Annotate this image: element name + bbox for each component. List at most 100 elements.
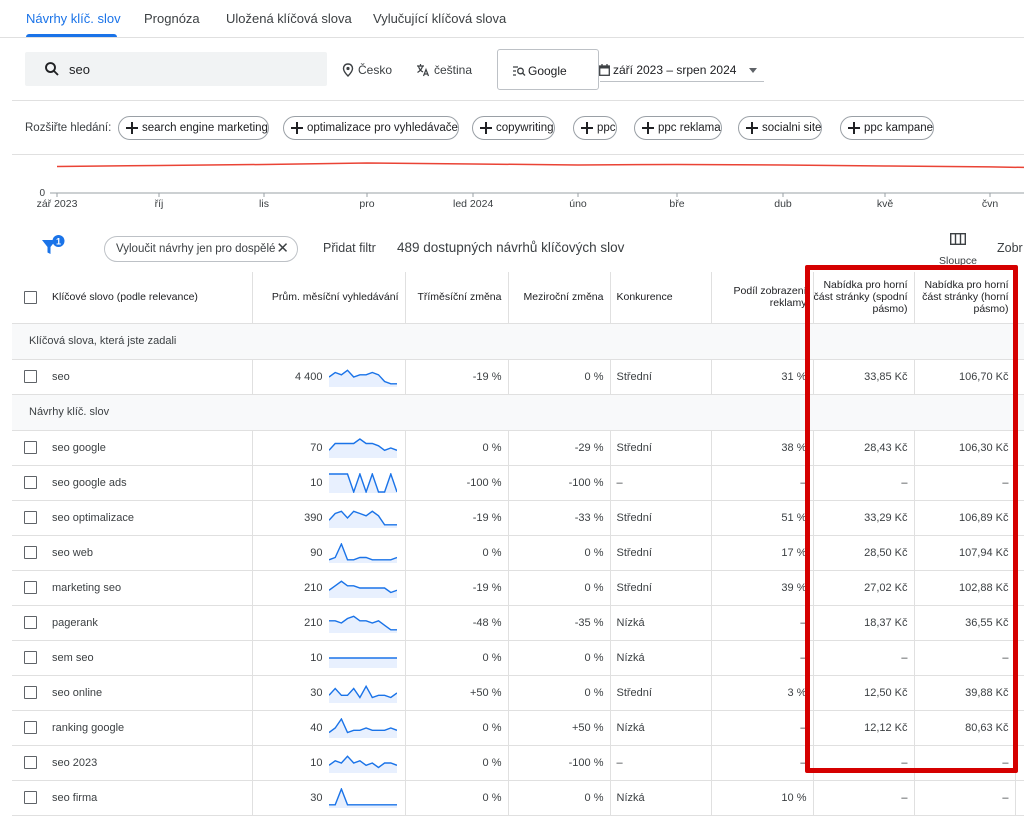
row-checkbox[interactable] [23,546,37,559]
yoy-change-cell: -33 % [508,500,611,536]
view-button[interactable]: Zobr [997,241,1023,255]
three-month-change-cell: -19 % [405,359,509,395]
table-row[interactable]: sem seo 10 0 % 0 % Nízká – – – [12,640,1024,676]
section-label-suggestions: Návrhy klíč. slov [12,394,1024,431]
network-selector[interactable]: Google [497,49,599,90]
expand-chip[interactable]: ppc reklama [634,116,722,140]
expand-chip-label: socialni site [762,122,822,134]
close-icon[interactable]: ✕ [276,237,289,261]
row-checkbox[interactable] [23,756,37,769]
columns-button[interactable]: Sloupce [938,232,978,267]
filter-count-badge: 1 [56,237,61,247]
expand-chip[interactable]: ppc kampane [840,116,935,140]
tab-forecast[interactable]: Prognóza [144,11,200,26]
table-row[interactable]: seo google 70 0 % -29 % Střední 38 % 28,43 Kč 1… [12,430,1024,466]
row-select-cell [12,675,48,711]
row-checkbox[interactable] [23,581,37,594]
table-row[interactable]: seo 4 400 -19 % 0 % Střední 31 % 33,85 Kč 106,7… [12,359,1024,395]
row-checkbox[interactable] [23,511,37,524]
row-checkbox[interactable] [23,441,37,454]
row-checkbox[interactable] [23,686,37,699]
yoy-change-cell: 0 % [508,359,611,395]
trend-sparkline [328,717,397,738]
select-all-checkbox[interactable] [23,290,37,304]
add-filter-button[interactable]: Přidat filtr [323,241,376,255]
three-month-change-cell: 0 % [405,640,509,676]
bid-high-cell: – [914,745,1016,781]
row-checkbox[interactable] [23,370,37,383]
table-row[interactable]: seo google ads 10 -100 % -100 % – – – – [12,465,1024,501]
col-header-avg-searches[interactable]: Prům. měsíční vyhledávání [252,272,406,324]
expand-chip[interactable]: ppc [573,116,617,140]
expand-chip[interactable]: optimalizace pro vyhledávače [283,116,459,140]
competition-cell: Nízká [610,640,712,676]
competition-cell: – [610,745,712,781]
col-header-bid-high[interactable]: Nabídka pro horní část stránky (horní pá… [914,272,1016,324]
avg-searches-cell: 30 [252,780,406,816]
table-row[interactable]: marketing seo 210 -19 % 0 % Střední 39 % 27,02… [12,570,1024,606]
tab-keyword-ideas[interactable]: Návrhy klíč. slov [26,11,121,26]
table-row[interactable]: seo optimalizace 390 -19 % -33 % Střední 51 %… [12,500,1024,536]
date-range-selector[interactable]: září 2023 – srpen 2024 [599,63,736,77]
competition-cell: Střední [610,675,712,711]
keyword-cell: seo google ads [48,465,253,501]
keyword-table: Klíčové slovo (podle relevance) Prům. mě… [12,272,1024,816]
table-row[interactable]: seo 2023 10 0 % -100 % – – – – [12,745,1024,781]
table-row[interactable]: seo online 30 +50 % 0 % Střední 3 % 12,50 Kč 39… [12,675,1024,711]
chevron-down-icon[interactable] [749,68,757,73]
row-checkbox[interactable] [23,721,37,734]
tab-saved-keywords[interactable]: Uložená klíčová slova [226,11,352,26]
row-select-cell [12,430,48,466]
network-label: Google [528,64,567,78]
location-selector[interactable]: Česko [342,63,392,77]
filter-icon[interactable]: 1 [41,235,67,259]
location-pin-icon [342,63,354,77]
table-row[interactable]: seo firma 30 0 % 0 % Nízká 10 % – – [12,780,1024,816]
row-checkbox[interactable] [23,791,37,804]
col-header-bid-low[interactable]: Nabídka pro horní část stránky (spodní p… [813,272,915,324]
row-select-cell [12,500,48,536]
table-row[interactable]: pagerank 210 -48 % -35 % Nízká –18,37 Kč 36,55… [12,605,1024,641]
tab-negative-keywords[interactable]: Vylučující klíčová slova [373,11,506,26]
row-select-cell [12,640,48,676]
col-header-three-month-change[interactable]: Tříměsíční změna [405,272,509,324]
col-header-competition[interactable]: Konkurence [610,272,712,324]
three-month-change-cell: 0 % [405,710,509,746]
bid-high-cell: 80,63 Kč [914,710,1016,746]
trend-x-label: bře [669,198,685,210]
row-select-cell [12,745,48,781]
bid-high-cell: 107,94 Kč [914,535,1016,571]
col-header-keyword[interactable]: Klíčové slovo (podle relevance) [48,272,253,324]
col-header-impression-share[interactable]: Podíl zobrazení reklamy [711,272,814,324]
overflow-cell [1015,465,1024,501]
table-row[interactable]: ranking google 40 0 % +50 % Nízká –12,12 Kč 80… [12,710,1024,746]
row-checkbox[interactable] [23,651,37,664]
expand-chip[interactable]: search engine marketing [118,116,269,140]
row-checkbox[interactable] [23,476,37,489]
col-header-yoy-change[interactable]: Meziroční změna [508,272,611,324]
trend-sparkline [328,787,397,808]
bid-high-cell: 102,88 Kč [914,570,1016,606]
impression-share-cell: 38 % [711,430,814,466]
table-row[interactable]: seo web 90 0 % 0 % Střední 17 % 28,50 Kč 107,94… [12,535,1024,571]
calendar-icon [599,64,610,76]
bid-high-cell: – [914,465,1016,501]
three-month-change-cell: +50 % [405,675,509,711]
competition-cell: Nízká [610,710,712,746]
avg-searches-value: 30 [310,686,323,699]
exclude-adult-chip[interactable]: Vyloučit návrhy jen pro dospělé ✕ [104,236,298,262]
row-select-cell [12,465,48,501]
expand-chip[interactable]: socialni site [738,116,823,140]
row-checkbox[interactable] [23,616,37,629]
avg-searches-value: 210 [304,581,323,594]
trend-x-label: lis [259,198,269,210]
active-tab-indicator [26,34,117,37]
language-selector[interactable]: čeština [416,63,472,77]
avg-searches-cell: 210 [252,605,406,641]
trend-x-label: kvě [876,198,894,210]
competition-cell: Střední [610,359,712,395]
expand-chip[interactable]: copywriting [472,116,555,140]
search-input[interactable]: seo [25,52,327,86]
expand-chip-label: search engine marketing [142,122,268,134]
three-month-change-cell: 0 % [405,430,509,466]
